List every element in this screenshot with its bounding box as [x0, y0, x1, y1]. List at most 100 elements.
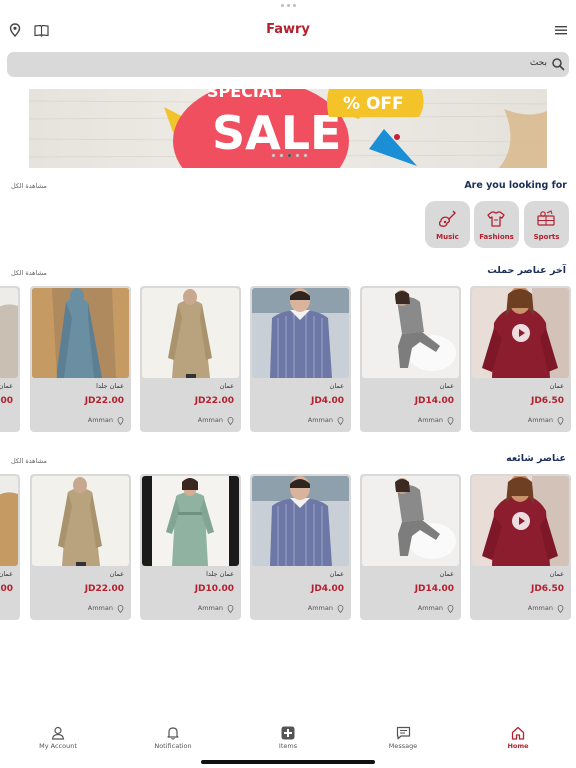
product-location: Amman: [527, 416, 553, 424]
product-subtitle: عمان: [0, 382, 13, 390]
product-subtitle: عمان: [329, 382, 344, 390]
product-photo: [142, 288, 239, 378]
category-fashions[interactable]: Fashions: [474, 201, 519, 248]
app-screen: Fawry بحث SPECIAL SALE % OFF Are you loo…: [0, 0, 576, 768]
plus-box-icon: [281, 726, 295, 740]
product-price: .00: [0, 396, 13, 406]
product-price: .00: [0, 584, 13, 594]
product-price: JD6.50: [530, 396, 564, 406]
product-card[interactable]: عمان .00: [0, 474, 20, 620]
banner-sale-text: SALE: [212, 106, 341, 160]
bell-icon: [167, 727, 179, 740]
nav-notification[interactable]: Notification: [133, 726, 213, 750]
product-location: Amman: [197, 416, 223, 424]
product-location: Amman: [417, 416, 443, 424]
product-price: JD22.00: [194, 396, 234, 406]
product-price: JD4.00: [310, 584, 344, 594]
product-subtitle: عمان: [329, 570, 344, 578]
product-photo: [472, 476, 569, 566]
nav-message[interactable]: Message: [363, 726, 443, 750]
video-play-icon[interactable]: [512, 512, 530, 530]
product-photo: [252, 476, 349, 566]
product-subtitle: عمان: [109, 570, 124, 578]
search-icon[interactable]: [551, 57, 565, 71]
product-subtitle: عمان: [0, 570, 13, 578]
product-price: JD14.00: [414, 396, 454, 406]
location-pin-icon: [337, 417, 344, 425]
location-pin-icon: [557, 605, 564, 613]
location-pin-icon: [447, 605, 454, 613]
product-photo: [0, 476, 18, 566]
banner-special-text: SPECIAL: [207, 89, 281, 101]
location-pin-icon: [447, 417, 454, 425]
product-subtitle: عمان: [549, 382, 564, 390]
product-location: Amman: [87, 604, 113, 612]
product-photo: [32, 288, 129, 378]
product-subtitle: عمان: [439, 570, 454, 578]
banner-pagination[interactable]: [271, 153, 308, 158]
product-card[interactable]: عمان .00: [0, 286, 20, 432]
latest-items-row[interactable]: عمان JD6.50 Amman عمان JD14.00 Amman عما…: [0, 286, 576, 432]
product-price: JD14.00: [414, 584, 454, 594]
product-card[interactable]: عمان JD14.00 Amman: [360, 286, 461, 432]
product-card[interactable]: عمان JD22.00 Amman: [30, 474, 131, 620]
banner-off-text: % OFF: [343, 94, 404, 114]
product-subtitle: عمان: [549, 570, 564, 578]
product-card[interactable]: عمان JD4.00 Amman: [250, 474, 351, 620]
product-subtitle: عمان جلدا: [206, 570, 234, 578]
video-play-icon[interactable]: [512, 324, 530, 342]
nav-my-account[interactable]: My Account: [18, 726, 98, 750]
latest-section-title: آخر عناصر حملت: [487, 265, 566, 276]
product-subtitle: عمان: [439, 382, 454, 390]
promo-banner[interactable]: SPECIAL SALE % OFF: [29, 89, 547, 168]
product-location: Amman: [417, 604, 443, 612]
product-price: JD22.00: [84, 584, 124, 594]
product-card[interactable]: عمان JD14.00 Amman: [360, 474, 461, 620]
top-handle: [278, 4, 298, 8]
nav-home[interactable]: Home: [478, 726, 558, 750]
product-card[interactable]: عمان جلدا JD22.00 Amman: [30, 286, 131, 432]
message-icon: [396, 726, 410, 740]
product-location: Amman: [307, 416, 333, 424]
shirt-icon: [487, 211, 505, 227]
category-sports-label: Sports: [533, 233, 560, 241]
product-photo: [472, 288, 569, 378]
product-price: JD10.00: [194, 584, 234, 594]
product-card[interactable]: عمان JD4.00 Amman: [250, 286, 351, 432]
product-subtitle: عمان: [219, 382, 234, 390]
user-icon: [51, 726, 65, 740]
category-music[interactable]: Music: [425, 201, 470, 248]
product-card[interactable]: عمان JD6.50 Amman: [470, 474, 571, 620]
popular-view-all-link[interactable]: مشاهدة الكل: [11, 457, 47, 465]
location-pin-icon: [117, 417, 124, 425]
product-price: JD22.00: [84, 396, 124, 406]
search-input[interactable]: بحث: [530, 58, 547, 68]
product-photo: [142, 476, 239, 566]
category-music-label: Music: [436, 233, 459, 241]
product-subtitle: عمان جلدا: [96, 382, 124, 390]
product-card[interactable]: عمان جلدا JD10.00 Amman: [140, 474, 241, 620]
product-card[interactable]: عمان JD6.50 Amman: [470, 286, 571, 432]
categories-section-title: Are you looking for: [464, 180, 567, 191]
category-sports[interactable]: Sports: [524, 201, 569, 248]
category-fashions-label: Fashions: [479, 233, 514, 241]
latest-view-all-link[interactable]: مشاهدة الكل: [11, 269, 47, 277]
app-header: Fawry: [0, 14, 576, 46]
nav-notification-label: Notification: [154, 742, 192, 750]
nav-message-label: Message: [388, 742, 418, 750]
nav-items[interactable]: Items: [248, 726, 328, 750]
hamburger-menu-icon[interactable]: [552, 21, 570, 39]
categories-view-all-link[interactable]: مشاهدة الكل: [11, 182, 47, 190]
product-price: JD4.00: [310, 396, 344, 406]
product-location: Amman: [197, 604, 223, 612]
search-bar[interactable]: بحث: [7, 52, 569, 77]
popular-items-row[interactable]: عمان JD6.50 Amman عمان JD14.00 Amman عما…: [0, 474, 576, 620]
nav-home-label: Home: [507, 742, 529, 750]
location-pin-icon: [337, 605, 344, 613]
product-photo: [252, 288, 349, 378]
product-card[interactable]: عمان JD22.00 Amman: [140, 286, 241, 432]
product-location: Amman: [87, 416, 113, 424]
location-pin-icon: [117, 605, 124, 613]
product-location: Amman: [527, 604, 553, 612]
product-photo: [32, 476, 129, 566]
